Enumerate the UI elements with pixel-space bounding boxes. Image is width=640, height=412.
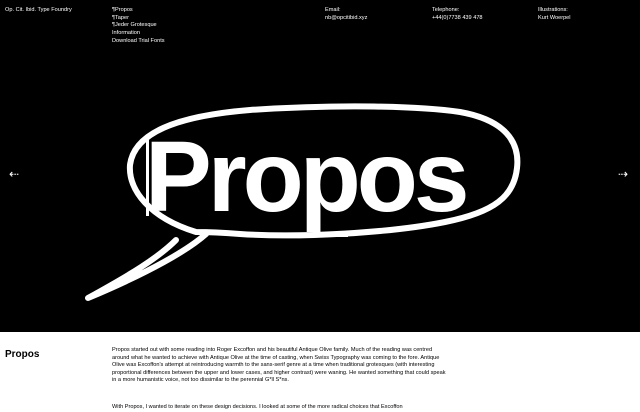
section-title: Propos <box>5 349 40 360</box>
description-paragraph: With Propos, I wanted to iterate on thes… <box>112 404 403 410</box>
arrow-left-icon[interactable]: ⇠ <box>9 168 19 180</box>
description-section: Propos Propos started out with some read… <box>0 332 640 412</box>
arrow-right-icon[interactable]: ⇢ <box>618 168 628 180</box>
hero-banner: Op. Cit. Ibid. Type Foundry ¶Propos ¶Tap… <box>0 0 640 332</box>
description-paragraph: Propos started out with some reading int… <box>112 347 446 384</box>
hero-wordmark: Propos <box>145 121 469 233</box>
